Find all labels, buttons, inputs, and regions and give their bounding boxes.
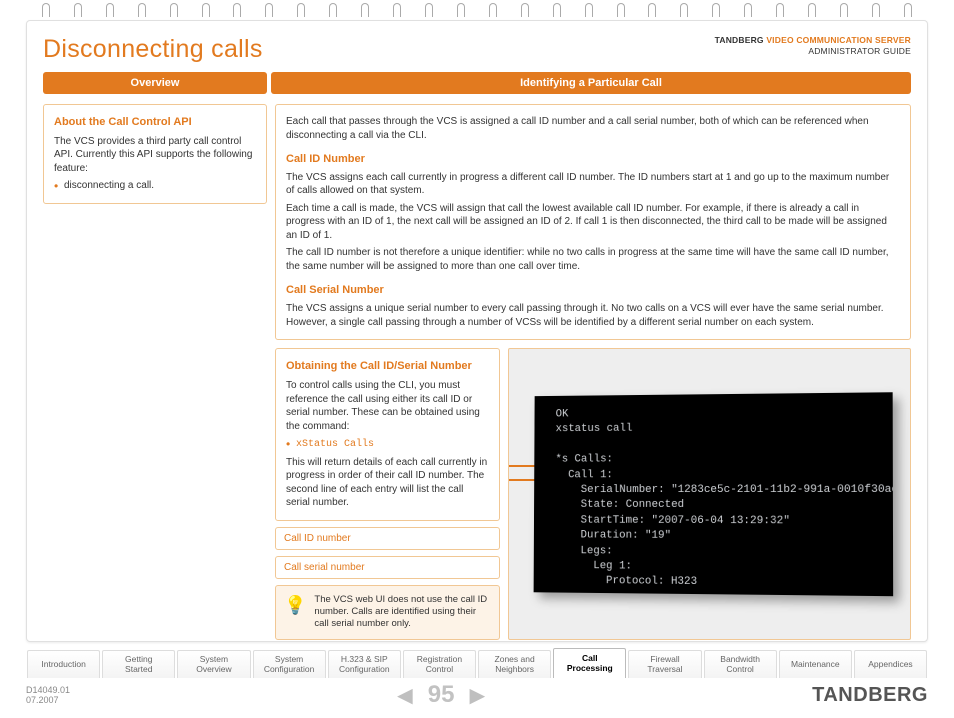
nav-sublabel: Configuration <box>339 665 390 675</box>
footer-logo: TANDBERG <box>812 684 928 707</box>
nav-tab-system[interactable]: SystemConfiguration <box>253 650 326 678</box>
call-id-p3: The call ID number is not therefore a un… <box>286 246 900 273</box>
lightbulb-icon: 💡 <box>284 594 306 631</box>
nav-tab-maintenance[interactable]: Maintenance <box>779 650 852 678</box>
about-bullet: disconnecting a call. <box>54 179 256 193</box>
call-id-p2: Each time a call is made, the VCS will a… <box>286 202 900 243</box>
nav-tab-h-323-sip[interactable]: H.323 & SIPConfiguration <box>328 650 401 678</box>
terminal-output: OK xstatus call *s Calls: Call 1: Serial… <box>533 392 893 596</box>
about-heading: About the Call Control API <box>54 115 256 130</box>
nav-tab-zones-and[interactable]: Zones andNeighbors <box>478 650 551 678</box>
heading-call-serial: Call Serial Number <box>286 283 900 298</box>
brand-subtitle: ADMINISTRATOR GUIDE <box>715 46 911 57</box>
nav-sublabel: Control <box>726 665 753 675</box>
obtain-cmd: xStatus Calls <box>296 439 374 450</box>
nav-tab-getting[interactable]: GettingStarted <box>102 650 175 678</box>
nav-tab-system[interactable]: SystemOverview <box>177 650 250 678</box>
page-card: Disconnecting calls TANDBERG VIDEO COMMU… <box>26 20 928 642</box>
doc-date: 07.2007 <box>26 695 70 705</box>
nav-sublabel: Control <box>426 665 453 675</box>
section-tabs: Overview Identifying a Particular Call <box>43 72 911 94</box>
bottom-nav: Introduction GettingStartedSystemOverview… <box>26 648 928 676</box>
page-number: 95 <box>428 681 455 709</box>
page-nav: ◄ 95 ► <box>392 680 490 711</box>
nav-label: Introduction <box>41 660 85 670</box>
page-header: Disconnecting calls TANDBERG VIDEO COMMU… <box>43 35 911 64</box>
nav-tab-registration[interactable]: RegistrationControl <box>403 650 476 678</box>
link-call-serial[interactable]: Call serial number <box>275 556 500 579</box>
call-serial-p1: The VCS assigns a unique serial number t… <box>286 302 900 329</box>
obtain-heading: Obtaining the Call ID/Serial Number <box>286 359 489 374</box>
doc-id: D14049.01 <box>26 685 70 695</box>
link-call-id[interactable]: Call ID number <box>275 527 500 550</box>
prev-page-icon[interactable]: ◄ <box>392 680 418 711</box>
next-page-icon[interactable]: ► <box>464 680 490 711</box>
brand-block: TANDBERG VIDEO COMMUNICATION SERVER ADMI… <box>715 35 911 57</box>
nav-sublabel: Overview <box>196 665 231 675</box>
tip-box: 💡 The VCS web UI does not use the call I… <box>275 585 500 640</box>
nav-tab-call[interactable]: CallProcessing <box>553 648 626 678</box>
identify-intro: Each call that passes through the VCS is… <box>286 115 900 142</box>
obtain-p2: This will return details of each call cu… <box>286 456 489 510</box>
identify-box: Each call that passes through the VCS is… <box>275 104 911 340</box>
nav-label: Maintenance <box>791 660 840 670</box>
nav-sublabel: Traversal <box>647 665 682 675</box>
footer: D14049.01 07.2007 ◄ 95 ► TANDBERG <box>26 680 928 710</box>
nav-tab-firewall[interactable]: FirewallTraversal <box>628 650 701 678</box>
tip-text: The VCS web UI does not use the call ID … <box>314 594 491 631</box>
about-box: About the Call Control API The VCS provi… <box>43 104 267 204</box>
nav-tab-introduction[interactable]: Introduction <box>27 650 100 678</box>
nav-sublabel: Configuration <box>264 665 315 675</box>
nav-tab-appendices[interactable]: Appendices <box>854 650 927 678</box>
nav-tab-bandwidth[interactable]: BandwidthControl <box>704 650 777 678</box>
about-para: The VCS provides a third party call cont… <box>54 135 256 176</box>
heading-call-id: Call ID Number <box>286 152 900 167</box>
nav-sublabel: Processing <box>567 664 613 674</box>
page-title: Disconnecting calls <box>43 35 263 64</box>
terminal-panel: OK xstatus call *s Calls: Call 1: Serial… <box>508 348 911 639</box>
tab-identify[interactable]: Identifying a Particular Call <box>271 72 911 94</box>
nav-sublabel: Started <box>125 665 152 675</box>
spiral-binding <box>0 0 954 20</box>
doc-meta: D14049.01 07.2007 <box>26 685 70 705</box>
nav-sublabel: Neighbors <box>495 665 534 675</box>
nav-label: Appendices <box>868 660 912 670</box>
brand-name: TANDBERG <box>715 35 764 45</box>
obtain-p1: To control calls using the CLI, you must… <box>286 379 489 433</box>
brand-product: VIDEO COMMUNICATION SERVER <box>766 35 911 45</box>
tab-overview[interactable]: Overview <box>43 72 267 94</box>
call-id-p1: The VCS assigns each call currently in p… <box>286 171 900 198</box>
obtain-box: Obtaining the Call ID/Serial Number To c… <box>275 348 500 520</box>
